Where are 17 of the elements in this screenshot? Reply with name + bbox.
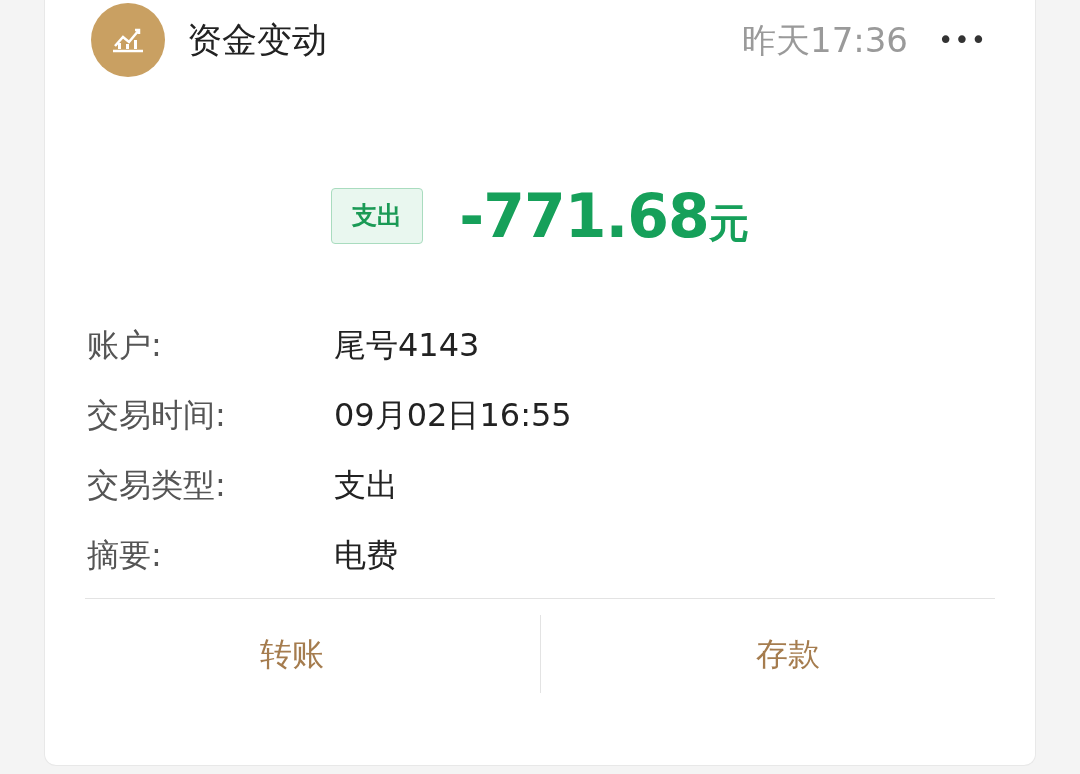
action-button[interactable]: 转账 <box>45 630 540 678</box>
card-title: 资金变动 <box>187 18 327 62</box>
chart-logo-icon <box>91 3 165 77</box>
timestamp: 昨天17:36 <box>742 18 908 62</box>
type-tag: 支出 <box>331 188 424 244</box>
field-value: 电费 <box>334 535 398 576</box>
currency-unit: 元 <box>708 199 749 248</box>
field-value: 09月02日16:55 <box>334 395 572 436</box>
field-value: 支出 <box>334 465 398 506</box>
field-value: 尾号4143 <box>334 325 480 366</box>
amount-value: -771.68 <box>459 180 709 253</box>
action-button[interactable]: 存款 <box>540 630 1035 678</box>
field-label: 交易时间: <box>87 395 227 436</box>
field-label: 摘要: <box>87 535 163 576</box>
more-options[interactable]: ••• <box>938 20 987 60</box>
field-label: 交易类型: <box>87 465 227 506</box>
field-label: 账户: <box>87 325 163 366</box>
